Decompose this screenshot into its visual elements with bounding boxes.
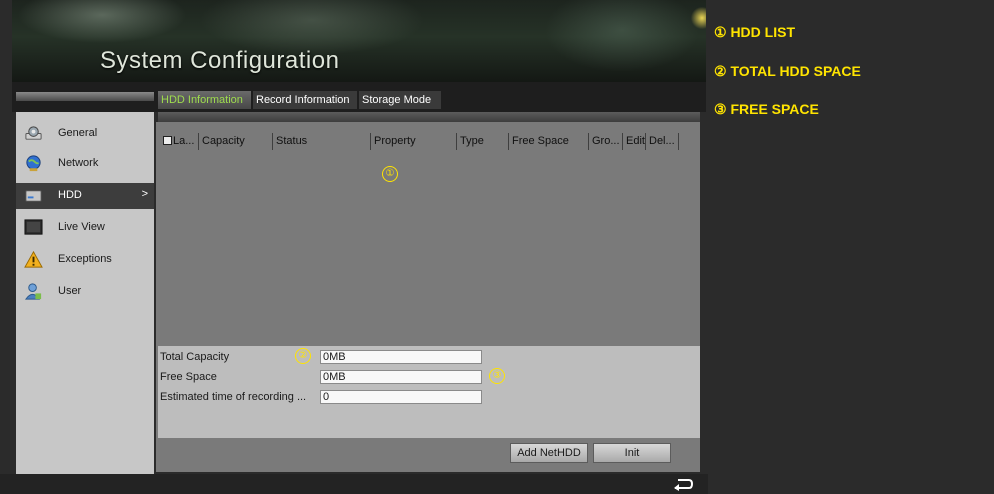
legend-panel: ① HDD LIST ② TOTAL HDD SPACE ③ FREE SPAC… [708,0,994,494]
live-view-icon [24,219,43,235]
warning-icon [24,250,43,268]
column-delete[interactable]: Del... [645,133,678,150]
sidebar-header-strip [16,92,154,101]
free-space-label: Free Space [160,371,217,383]
tab-storage-mode[interactable]: Storage Mode [359,91,441,109]
column-status[interactable]: Status [272,133,370,150]
marker-total-space: ② [295,348,311,364]
page-title: System Configuration [100,47,340,74]
marker-hdd-list: ① [382,166,398,182]
tab-hdd-information[interactable]: HDD Information [158,91,251,109]
sidebar-item-label: Live View [58,221,105,233]
column-spacer [678,133,700,150]
sidebar-item-live-view[interactable]: Live View [16,215,154,241]
init-button[interactable]: Init [593,443,671,463]
sidebar-item-label: User [58,285,82,297]
network-icon [26,155,41,172]
marker-free-space: ③ [489,368,505,384]
sidebar-item-user[interactable]: User [16,279,154,305]
sidebar-item-hdd[interactable]: HDD > [16,183,154,209]
estimated-time-label: Estimated time of recording ... [160,391,307,403]
column-capacity[interactable]: Capacity [198,133,272,150]
sidebar-item-general[interactable]: General [16,121,154,147]
back-icon[interactable] [672,477,694,491]
user-icon [24,283,42,300]
legend-item-total-hdd-space: ② TOTAL HDD SPACE [714,63,861,79]
sidebar-item-label: Network [58,157,99,169]
header-banner: System Configuration [12,0,706,82]
column-group[interactable]: Gro... [588,133,622,150]
sidebar-item-label: Exceptions [58,253,112,265]
estimated-time-field: 0 [320,390,482,404]
total-capacity-label: Total Capacity [160,351,230,363]
dvr-config-window: System Configuration HDD Information Rec… [0,0,708,494]
status-bar [0,474,708,494]
sidebar-item-label: General [58,127,98,139]
tab-underline [158,112,700,122]
sidebar: General Network HDD > Live View Exceptio… [16,112,154,474]
hdd-table-header: La... Capacity Status Property Type Free… [158,133,700,150]
column-property[interactable]: Property [370,133,456,150]
column-type[interactable]: Type [456,133,508,150]
column-edit[interactable]: Edit [622,133,645,150]
select-all-checkbox[interactable] [163,136,172,145]
column-label[interactable]: La... [160,133,198,150]
sidebar-item-exceptions[interactable]: Exceptions [16,247,154,273]
column-free-space[interactable]: Free Space [508,133,588,150]
legend-item-hdd-list: ① HDD LIST [714,24,795,40]
sidebar-item-label: HDD [58,189,82,201]
free-space-field: 0MB [320,370,482,384]
add-nethdd-button[interactable]: Add NetHDD [510,443,588,463]
hdd-icon [25,190,42,202]
tab-record-information[interactable]: Record Information [253,91,357,109]
sidebar-item-network[interactable]: Network [16,151,154,177]
legend-item-free-space: ③ FREE SPACE [714,101,819,117]
chevron-right-icon: > [141,188,148,200]
general-icon [25,126,42,140]
total-capacity-field: 0MB [320,350,482,364]
